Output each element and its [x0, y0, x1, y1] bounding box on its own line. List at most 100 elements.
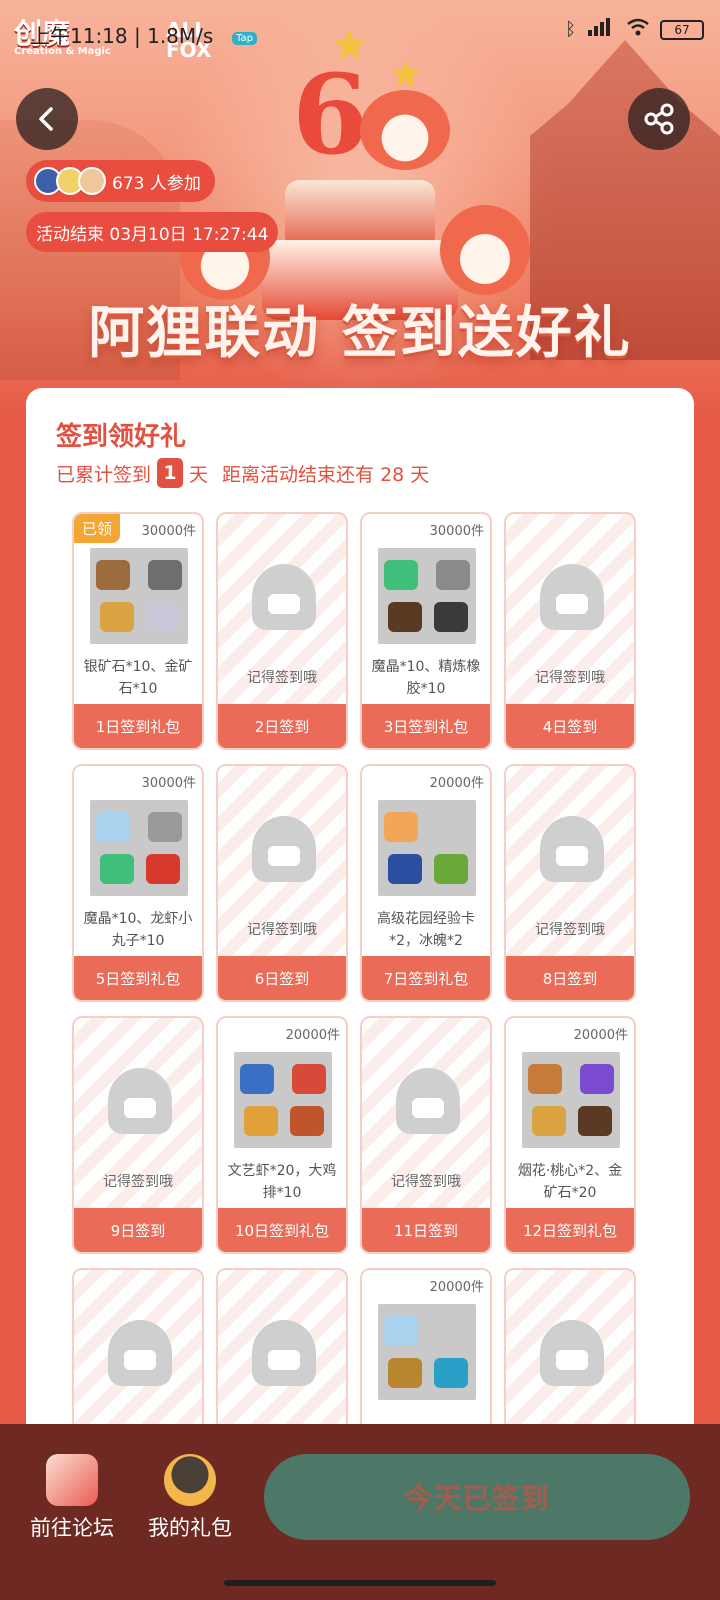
- remaining-days: 距离活动结束还有 28 天: [222, 463, 430, 486]
- reward-item-icon: [580, 1064, 614, 1094]
- reward-item-icon: [436, 560, 470, 590]
- back-button[interactable]: [16, 88, 78, 150]
- cumulative-suffix: 天: [189, 463, 209, 486]
- checkin-day-cell[interactable]: 30000件 魔晶*10、精炼橡胶*10 3日签到礼包: [360, 512, 492, 750]
- reward-item-icon: [436, 1316, 470, 1346]
- hd-signal-icon: [586, 18, 616, 41]
- checkin-day-button[interactable]: 9日签到: [74, 1208, 202, 1252]
- checkin-summary: 已累计签到 1 天 距离活动结束还有 28 天: [56, 458, 429, 488]
- checkin-day-cell[interactable]: 记得签到哦 4日签到: [504, 512, 636, 750]
- reminder-text: 记得签到哦: [247, 922, 317, 938]
- reward-description: 烟花·桃心*2、金矿石*20: [517, 1163, 623, 1201]
- participants-pill[interactable]: 673 人参加: [26, 160, 215, 202]
- battery-icon: 67: [660, 19, 704, 40]
- reward-description: 魔晶*10、龙虾小丸子*10: [83, 911, 193, 949]
- checkin-day-button[interactable]: 3日签到礼包: [362, 704, 490, 748]
- checkin-day-cell[interactable]: 20000件 高级花园经验卡*2，冰魄*2 7日签到礼包: [360, 764, 492, 1002]
- status-icons: ᛒ 67: [565, 18, 704, 41]
- reward-item-icon: [436, 812, 470, 842]
- reward-item-icon: [100, 854, 134, 884]
- fox-character-right: [440, 205, 530, 295]
- checkin-day-cell[interactable]: 30000件魔晶*10、龙虾小丸子*10 5日签到礼包: [72, 764, 204, 1002]
- fox-character-top: [360, 90, 450, 170]
- checkin-day-button[interactable]: 2日签到: [218, 704, 346, 748]
- reward-item-icon: [292, 1064, 326, 1094]
- reward-item-icon: [434, 1358, 468, 1388]
- reward-item-icon: [384, 1316, 418, 1346]
- reward-item-icon: [96, 560, 130, 590]
- reward-thumbnail: [378, 800, 476, 896]
- gift-avatar-icon: [164, 1454, 216, 1506]
- reminder-text: 记得签到哦: [391, 1174, 461, 1190]
- placeholder-icon: [108, 1320, 172, 1386]
- checkin-day-button[interactable]: 1日签到礼包: [74, 704, 202, 748]
- reward-thumbnail: [522, 1052, 620, 1148]
- checkin-day-cell[interactable]: 记得签到哦 9日签到: [72, 1016, 204, 1254]
- placeholder-icon: [252, 564, 316, 630]
- checkin-day-button[interactable]: 8日签到: [506, 956, 634, 1000]
- cumulative-days-badge: 1: [157, 458, 184, 488]
- reward-item-icon: [100, 602, 134, 632]
- reward-item-icon: [434, 602, 468, 632]
- reminder-text: 记得签到哦: [535, 670, 605, 686]
- claimed-badge: 已领: [74, 514, 121, 543]
- cumulative-prefix: 已累计签到: [56, 463, 152, 486]
- reward-description: 银矿石*10、金矿石*10: [83, 659, 193, 697]
- stock-count: 20000件: [285, 1028, 340, 1043]
- reward-thumbnail: [234, 1052, 332, 1148]
- share-button[interactable]: [628, 88, 690, 150]
- reminder-text: 记得签到哦: [535, 922, 605, 938]
- placeholder-icon: [540, 1320, 604, 1386]
- checkin-day-button[interactable]: 11日签到: [362, 1208, 490, 1252]
- checkin-day-button[interactable]: 4日签到: [506, 704, 634, 748]
- reward-item-icon: [148, 560, 182, 590]
- placeholder-icon: [252, 1320, 316, 1386]
- checkin-day-button[interactable]: 7日签到礼包: [362, 956, 490, 1000]
- checkin-day-button[interactable]: 12日签到礼包: [506, 1208, 634, 1252]
- status-time: 上午11:18 | 1.8M/s: [30, 24, 214, 48]
- checkin-day-cell[interactable]: 20000件 烟花·桃心*2、金矿石*20 12日签到礼包: [504, 1016, 636, 1254]
- reward-thumbnail: [90, 800, 188, 896]
- reward-item-icon: [240, 1064, 274, 1094]
- event-banner: ★ ★ 6 阿狸联动 签到送好礼: [0, 0, 720, 420]
- checkin-day-cell[interactable]: 20000件 文艺虾*20，大鸡排*10 10日签到礼包: [216, 1016, 348, 1254]
- event-end-time: 活动结束 03月10日 17:27:44: [36, 224, 269, 245]
- reward-item-icon: [528, 1064, 562, 1094]
- tap-badge: Tap: [232, 32, 257, 45]
- placeholder-icon: [108, 1068, 172, 1134]
- reward-item-icon: [244, 1106, 278, 1136]
- checkin-day-cell[interactable]: 记得签到哦 6日签到: [216, 764, 348, 1002]
- home-indicator: [224, 1580, 496, 1586]
- checkin-day-cell[interactable]: 已领 30000件银矿石*10、金矿石*10 1日签到礼包: [72, 512, 204, 750]
- forum-button[interactable]: 前往论坛: [22, 1454, 122, 1542]
- checkin-day-cell[interactable]: 记得签到哦 11日签到: [360, 1016, 492, 1254]
- forum-label: 前往论坛: [30, 1516, 114, 1540]
- birthday-number: 6: [292, 50, 369, 179]
- stock-count: 30000件: [141, 524, 196, 539]
- reward-item-icon: [532, 1106, 566, 1136]
- reminder-text: 记得签到哦: [247, 670, 317, 686]
- signed-today-button[interactable]: 今天已签到: [264, 1454, 690, 1540]
- bluetooth-icon: ᛒ: [565, 19, 576, 40]
- checkin-day-button[interactable]: 6日签到: [218, 956, 346, 1000]
- checkin-day-cell[interactable]: 记得签到哦 8日签到: [504, 764, 636, 1002]
- placeholder-icon: [252, 816, 316, 882]
- reward-item-icon: [290, 1106, 324, 1136]
- stock-count: 30000件: [141, 776, 196, 791]
- reward-item-icon: [146, 854, 180, 884]
- checkin-day-button[interactable]: 10日签到礼包: [218, 1208, 346, 1252]
- checkin-card: 签到领好礼 已累计签到 1 天 距离活动结束还有 28 天 已领 30000件 银矿…: [26, 388, 694, 1506]
- reward-description: 高级花园经验卡*2，冰魄*2: [377, 911, 475, 949]
- checkin-day-button[interactable]: 5日签到礼包: [74, 956, 202, 1000]
- participants-count: 673 人参加: [112, 173, 201, 194]
- reward-item-icon: [388, 854, 422, 884]
- reward-item-icon: [96, 812, 130, 842]
- reward-item-icon: [388, 1358, 422, 1388]
- chevron-left-icon: [39, 107, 53, 131]
- reward-thumbnail: [378, 548, 476, 644]
- checkin-day-cell[interactable]: 记得签到哦 2日签到: [216, 512, 348, 750]
- my-gifts-label: 我的礼包: [148, 1516, 232, 1540]
- stock-count: 20000件: [429, 1280, 484, 1295]
- reward-item-icon: [384, 812, 418, 842]
- my-gifts-button[interactable]: 我的礼包: [140, 1454, 240, 1542]
